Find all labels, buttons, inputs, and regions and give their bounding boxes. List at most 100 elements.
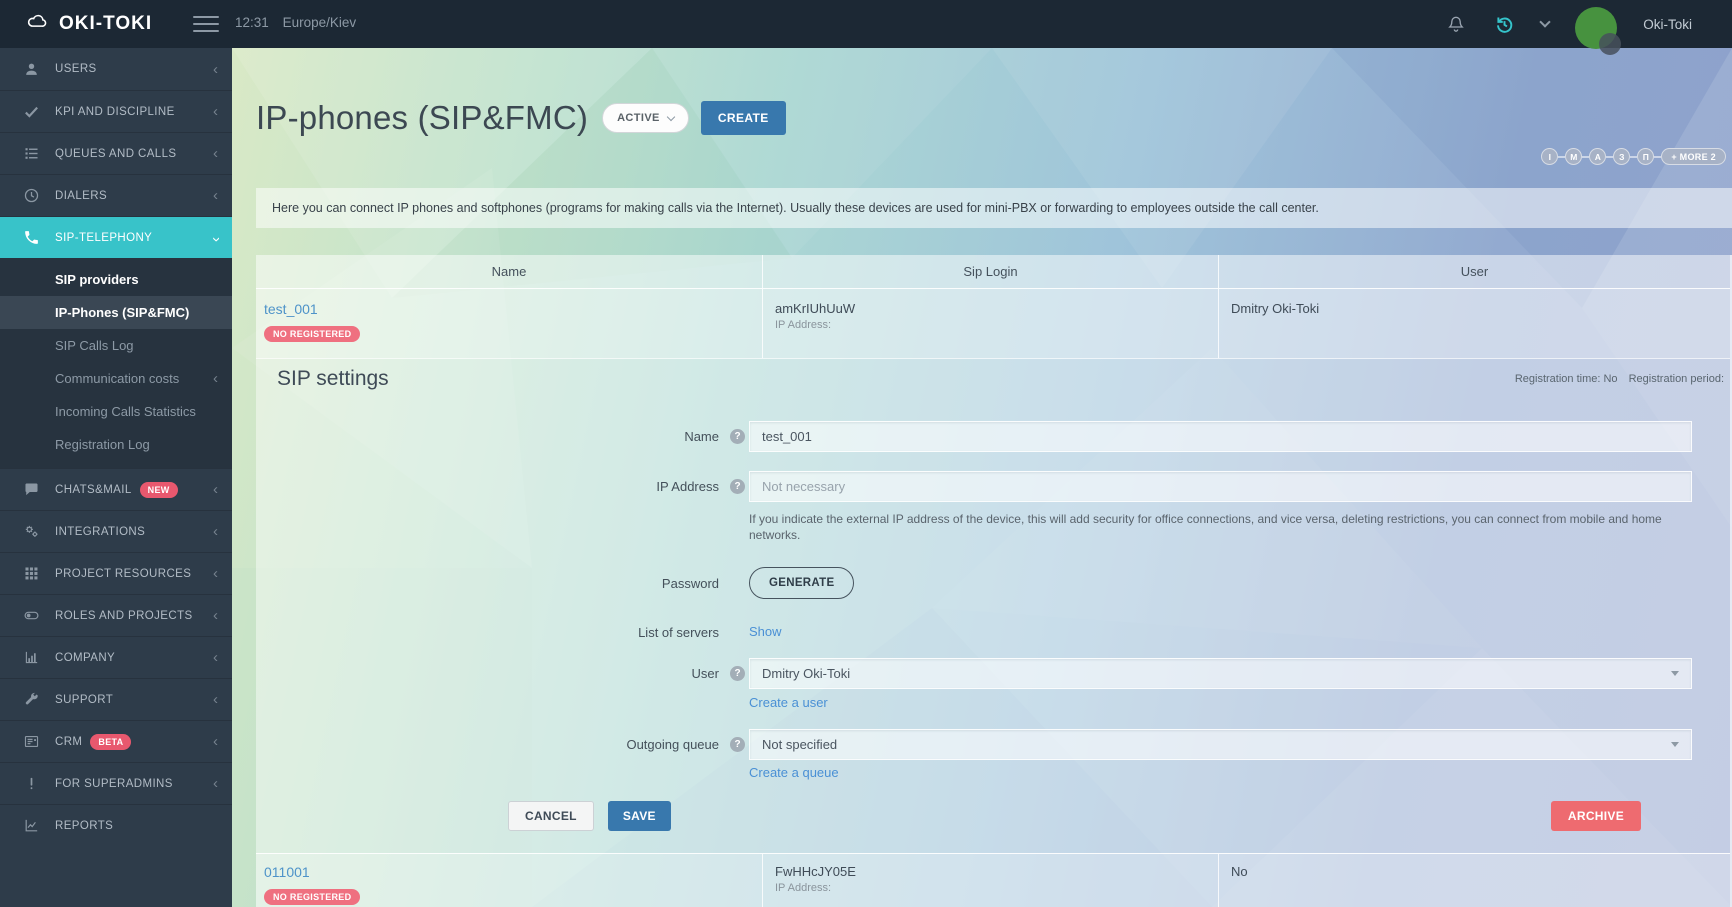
phone-name-link[interactable]: 011001: [264, 864, 310, 880]
column-header-sip-login[interactable]: Sip Login: [762, 255, 1218, 288]
timezone-text: Europe/Kiev: [283, 15, 357, 30]
name-input[interactable]: [749, 421, 1692, 452]
chevron-down-icon: [667, 112, 675, 120]
check-icon: [23, 103, 40, 120]
sidebar-subitem-incoming-calls-statistics[interactable]: Incoming Calls Statistics: [0, 395, 232, 428]
chevron-left-icon: ‹: [213, 524, 218, 539]
save-button[interactable]: SAVE: [608, 801, 671, 831]
show-servers-link[interactable]: Show: [749, 624, 782, 639]
chevron-left-icon: ‹: [213, 734, 218, 749]
sidebar-item-queues[interactable]: QUEUES AND CALLS ‹: [0, 132, 232, 174]
chevron-left-icon: ‹: [213, 566, 218, 581]
new-badge: NEW: [140, 482, 178, 498]
chevron-left-icon: ‹: [213, 146, 218, 161]
history-icon[interactable]: [1493, 13, 1515, 35]
sidebar-item-sip-telephony[interactable]: SIP-TELEPHONY ‹: [0, 216, 232, 258]
avatar[interactable]: [1575, 7, 1617, 49]
toggle-icon: [23, 607, 40, 624]
sidebar-subitem-sip-calls-log[interactable]: SIP Calls Log: [0, 329, 232, 362]
table-row: test_001 NO REGISTERED amKrIUhUuW IP Add…: [256, 289, 1730, 358]
ip-address-label: IP Address:: [775, 319, 1206, 331]
clock-icon: [23, 187, 40, 204]
member-chip[interactable]: M: [1565, 148, 1582, 165]
logo-text: OKI-TOKI: [59, 13, 152, 35]
sidebar-item-kpi[interactable]: KPI AND DISCIPLINE ‹: [0, 90, 232, 132]
chevron-down-icon[interactable]: [1540, 16, 1551, 27]
chevron-left-icon: ‹: [213, 371, 218, 386]
sidebar-item-integrations[interactable]: INTEGRATIONS ‹: [0, 510, 232, 552]
user-select[interactable]: Dmitry Oki-Toki: [749, 658, 1692, 689]
create-button[interactable]: CREATE: [701, 101, 786, 135]
sip-settings-panel: SIP settings Registration time: No Regis…: [256, 358, 1730, 853]
member-chip[interactable]: I: [1541, 148, 1558, 165]
phone-name-link[interactable]: test_001: [264, 301, 318, 317]
sip-login-value: amKrIUhUuW: [775, 301, 1206, 316]
sidebar-subitem-ip-phones[interactable]: IP-Phones (SIP&FMC): [0, 296, 232, 329]
chevron-left-icon: ‹: [213, 482, 218, 497]
time-text: 12:31: [235, 15, 269, 30]
member-chip[interactable]: П: [1637, 148, 1654, 165]
create-user-link[interactable]: Create a user: [749, 695, 828, 710]
crm-panel-icon: [23, 733, 40, 750]
line-chart-icon: [23, 817, 40, 834]
app-window: OKI-TOKI 12:31 Europe/Kiev Oki-Toki USER…: [0, 0, 1732, 907]
sidebar-item-support[interactable]: SUPPORT ‹: [0, 678, 232, 720]
chevron-expanded-icon: ‹: [208, 237, 223, 242]
form-row-queue: Outgoing queue? Not specified: [256, 729, 1730, 760]
beta-badge: BETA: [90, 734, 131, 750]
sidebar-item-users[interactable]: USERS ‹: [0, 48, 232, 90]
archive-button[interactable]: ARCHIVE: [1551, 801, 1641, 831]
help-icon[interactable]: ?: [730, 666, 745, 681]
more-chips-button[interactable]: + MORE 2: [1661, 148, 1726, 165]
cloud-logo-icon: [24, 11, 50, 38]
chevron-left-icon: ‹: [213, 776, 218, 791]
sidebar-item-reports[interactable]: REPORTS: [0, 804, 232, 846]
sidebar-item-superadmins[interactable]: FOR SUPERADMINS ‹: [0, 762, 232, 804]
help-icon[interactable]: ?: [730, 479, 745, 494]
topbar: OKI-TOKI 12:31 Europe/Kiev Oki-Toki: [0, 0, 1732, 48]
menu-icon[interactable]: [193, 16, 219, 32]
logo[interactable]: OKI-TOKI: [0, 11, 152, 38]
ip-address-help-text: If you indicate the external IP address …: [749, 511, 1692, 543]
table-header: Name Sip Login User: [256, 255, 1730, 289]
sidebar: USERS ‹ KPI AND DISCIPLINE ‹ QUEUES AND …: [0, 48, 232, 907]
form-row-user: User? Dmitry Oki-Toki: [256, 658, 1730, 689]
member-chip[interactable]: A: [1589, 148, 1606, 165]
help-icon[interactable]: ?: [730, 429, 745, 444]
sidebar-subitem-communication-costs[interactable]: Communication costs‹: [0, 362, 232, 395]
caret-down-icon: [1671, 742, 1679, 747]
bell-icon[interactable]: [1445, 13, 1467, 35]
column-header-user[interactable]: User: [1218, 255, 1730, 288]
form-buttons: CANCEL SAVE ARCHIVE: [256, 801, 1730, 831]
sidebar-subitem-registration-log[interactable]: Registration Log: [0, 428, 232, 461]
sidebar-item-roles-projects[interactable]: ROLES AND PROJECTS ‹: [0, 594, 232, 636]
outgoing-queue-select[interactable]: Not specified: [749, 729, 1692, 760]
cancel-button[interactable]: CANCEL: [508, 801, 594, 831]
column-header-name[interactable]: Name: [256, 255, 762, 288]
ip-phones-table: Name Sip Login User test_001 NO REGISTER…: [256, 255, 1732, 907]
list-icon: [23, 145, 40, 162]
create-queue-link[interactable]: Create a queue: [749, 765, 839, 780]
sip-telephony-submenu: SIP providers IP-Phones (SIP&FMC) SIP Ca…: [0, 258, 232, 468]
status-filter-dropdown[interactable]: ACTIVE: [602, 103, 689, 133]
sidebar-item-company[interactable]: COMPANY ‹: [0, 636, 232, 678]
registration-info: Registration time: No Registration perio…: [1507, 373, 1724, 385]
sidebar-item-chats-mail[interactable]: CHATS&MAIL NEW ‹: [0, 468, 232, 510]
sidebar-subitem-sip-providers[interactable]: SIP providers: [0, 263, 232, 296]
help-icon[interactable]: ?: [730, 737, 745, 752]
generate-password-button[interactable]: GENERATE: [749, 567, 854, 599]
member-chip[interactable]: З: [1613, 148, 1630, 165]
sidebar-item-dialers[interactable]: DIALERS ‹: [0, 174, 232, 216]
ip-address-input[interactable]: [749, 471, 1692, 502]
account-name: Oki-Toki: [1643, 17, 1692, 32]
main-content: I M A З П + MORE 2 IP-phones (SIP&FMC) A…: [232, 48, 1732, 907]
chevron-left-icon: ‹: [213, 650, 218, 665]
sidebar-item-project-resources[interactable]: PROJECT RESOURCES ‹: [0, 552, 232, 594]
sidebar-item-crm[interactable]: CRM BETA ‹: [0, 720, 232, 762]
panel-title: SIP settings: [277, 367, 389, 391]
chevron-left-icon: ‹: [213, 62, 218, 77]
sip-login-value: FwHHcJY05E: [775, 864, 1206, 879]
chevron-left-icon: ‹: [213, 608, 218, 623]
form-row-name: Name?: [256, 421, 1730, 452]
chevron-left-icon: ‹: [213, 188, 218, 203]
